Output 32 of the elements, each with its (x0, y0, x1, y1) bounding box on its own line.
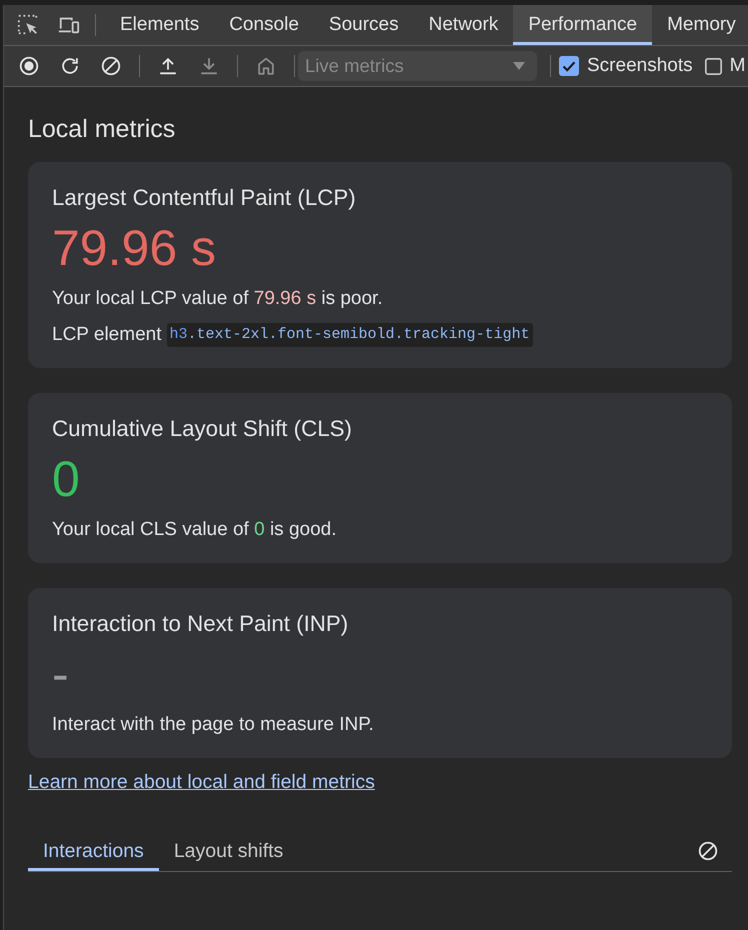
checkbox-label: M (730, 55, 746, 77)
element-selector[interactable]: h3.text-2xl.font-semibold.tracking-tight (166, 323, 533, 347)
reload-icon[interactable] (59, 55, 81, 77)
clear-icon[interactable] (100, 55, 122, 77)
metric-title: Largest Contentful Paint (LCP) (52, 186, 356, 210)
panel-tab[interactable]: Network (414, 5, 514, 45)
metric-description: Interact with the page to measure INP. (52, 713, 374, 737)
checkbox-label: Screenshots (587, 55, 693, 77)
metric-value: 79.96 s (52, 221, 216, 276)
metric-value: - (52, 647, 69, 702)
checkbox[interactable] (704, 58, 722, 74)
element-label: LCP element (52, 323, 162, 347)
caret-icon (513, 62, 525, 70)
clear-icon[interactable] (697, 840, 719, 862)
metrics-tab[interactable]: Interactions (28, 831, 159, 871)
panel-tab[interactable]: Memory (652, 5, 748, 45)
panel-tab[interactable]: Elements (105, 5, 214, 45)
inspect-cursor-icon[interactable] (17, 14, 39, 36)
panel-tab[interactable]: Performance (513, 5, 652, 45)
metric-value: 0 (52, 452, 80, 507)
checkbox[interactable] (559, 56, 579, 76)
metric-title: Cumulative Layout Shift (CLS) (52, 417, 352, 441)
metric-description: Your local LCP value of 79.96 s is poor. (52, 287, 383, 311)
panel-tab[interactable]: Sources (314, 5, 414, 45)
upload-icon[interactable] (157, 55, 179, 77)
panel-tab[interactable]: Console (214, 5, 314, 45)
metrics-tab[interactable]: Layout shifts (158, 831, 298, 871)
metric-description: Your local CLS value of 0 is good. (52, 518, 336, 542)
metric-title: Interaction to Next Paint (INP) (52, 612, 348, 636)
learn-more-link[interactable]: Learn more about local and field metrics (28, 770, 375, 794)
record-icon[interactable] (18, 55, 40, 77)
section-heading: Local metrics (28, 114, 176, 144)
